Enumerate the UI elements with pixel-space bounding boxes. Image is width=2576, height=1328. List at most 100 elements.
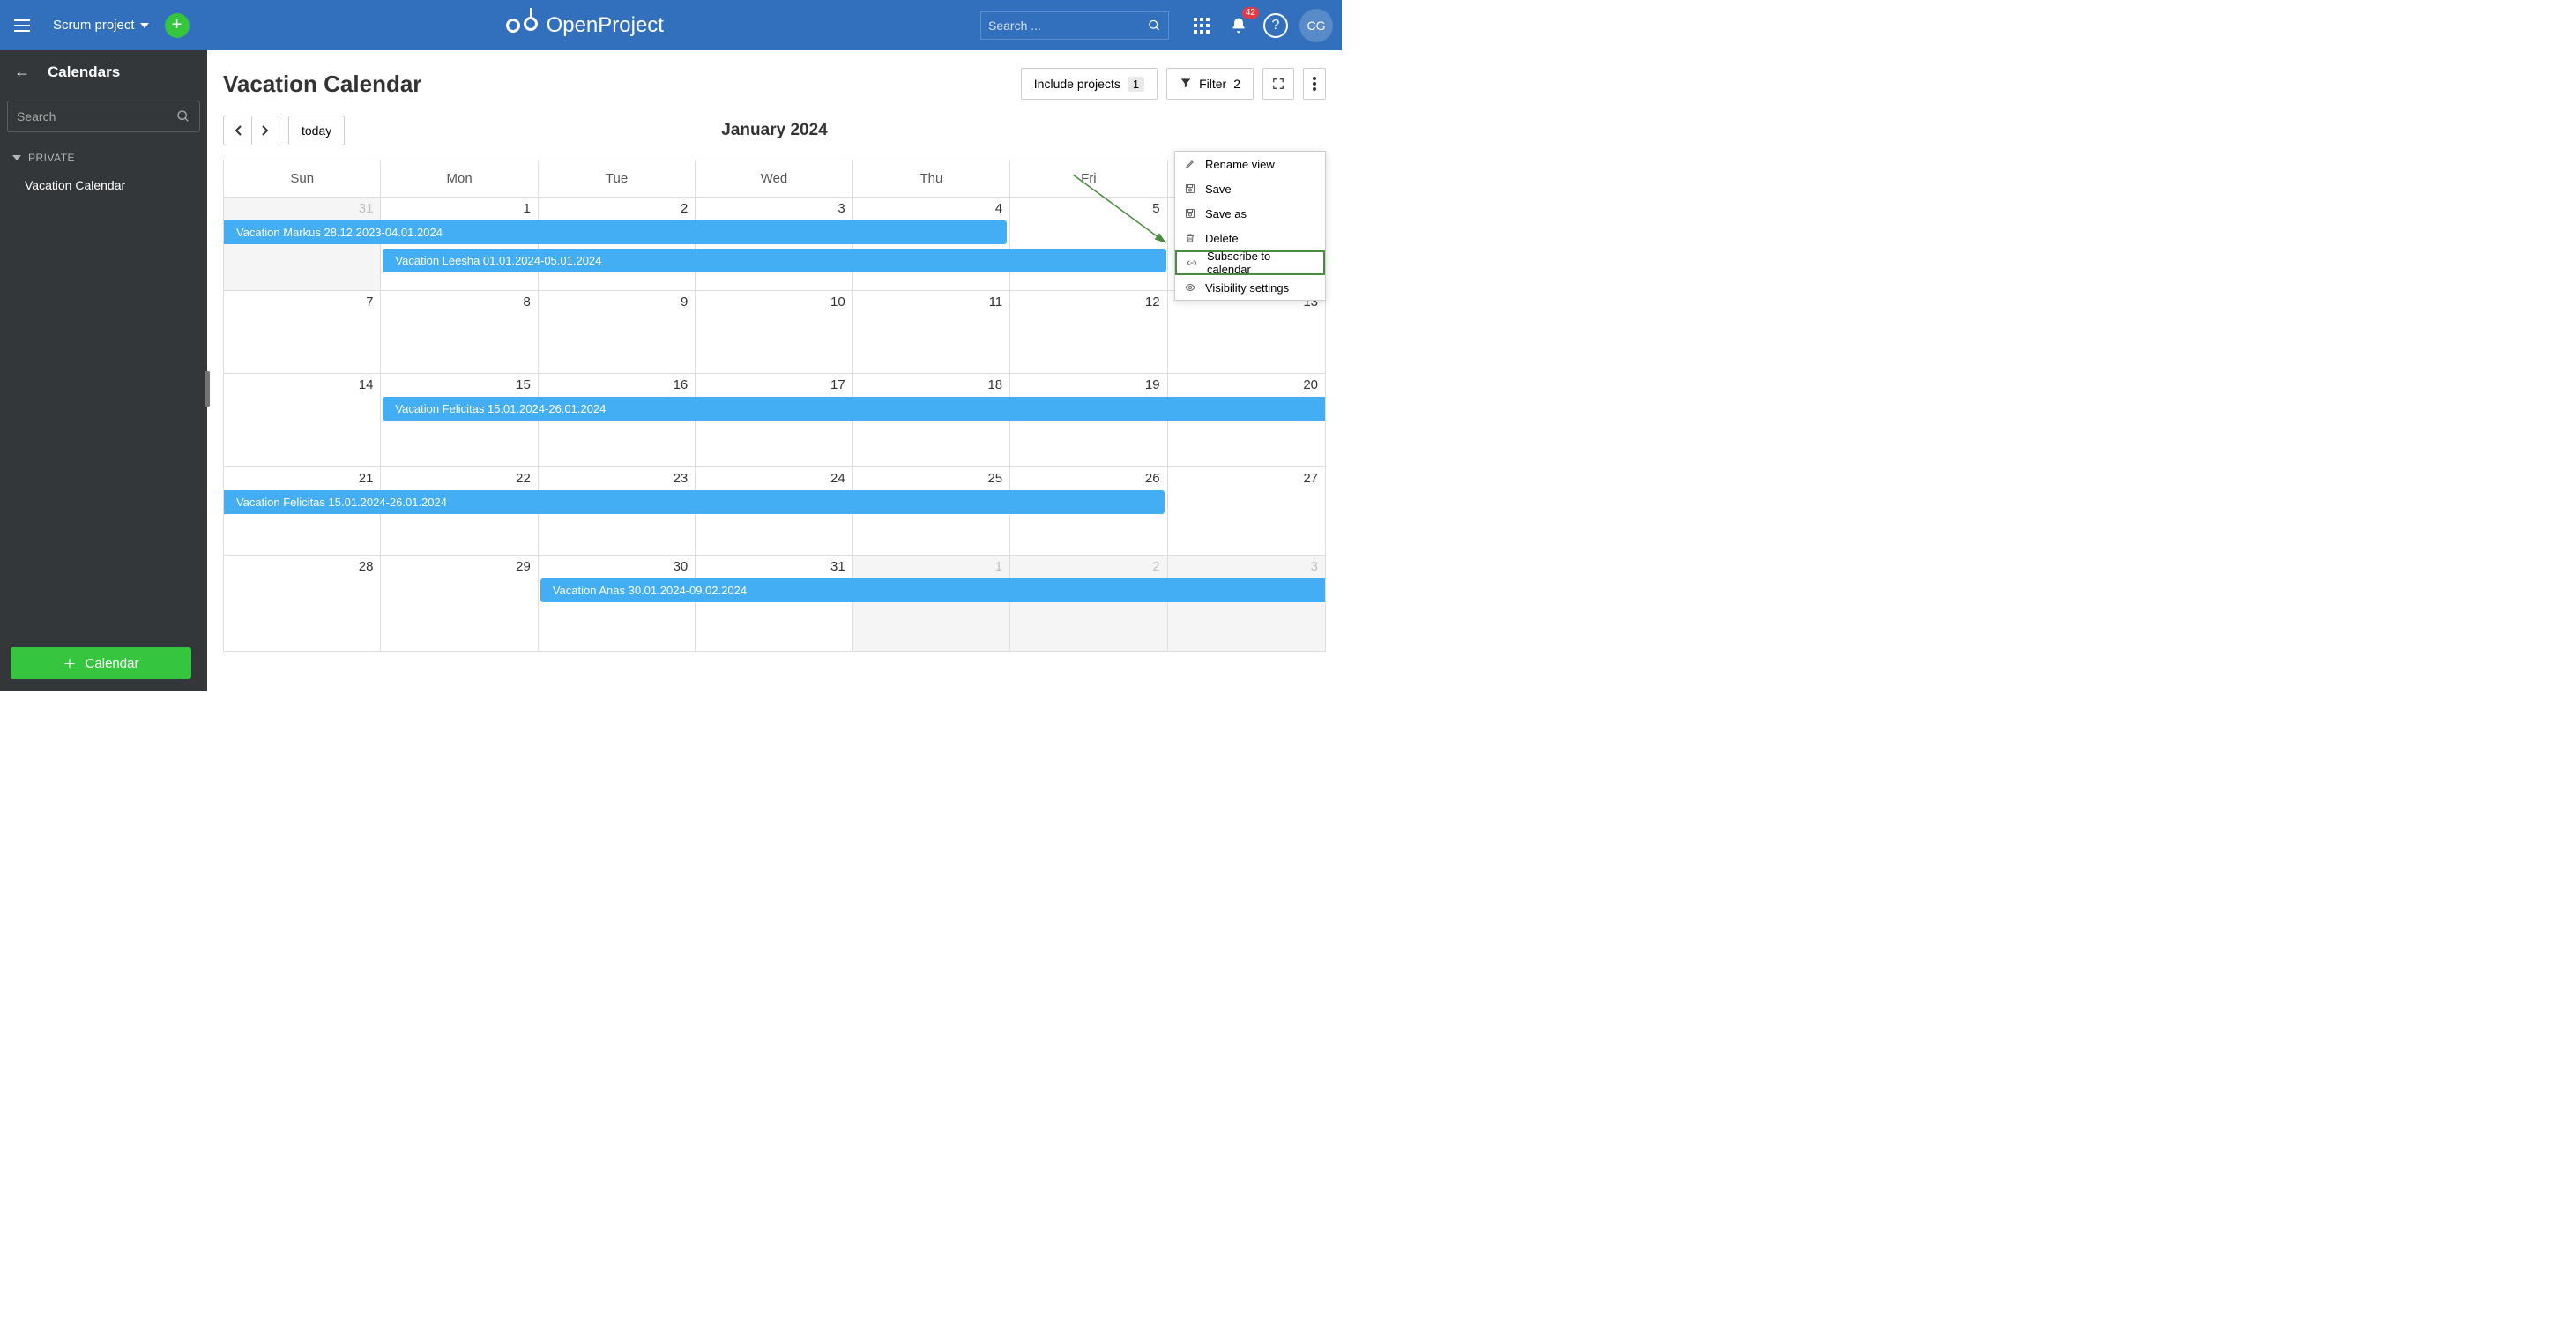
day-header: Tue	[539, 160, 696, 198]
search-input[interactable]	[988, 19, 1148, 33]
calendar-event[interactable]: Vacation Felicitas 15.01.2024-26.01.2024	[383, 397, 1325, 421]
search-icon	[176, 108, 190, 124]
apps-grid-icon	[1194, 18, 1210, 34]
day-number: 14	[359, 377, 374, 392]
calendar-day[interactable]: 13	[1168, 291, 1325, 373]
calendar-event[interactable]: Vacation Leesha 01.01.2024-05.01.2024	[383, 249, 1165, 272]
sidebar-title: Calendars	[48, 63, 120, 81]
day-number: 31	[359, 201, 374, 216]
project-name: Scrum project	[53, 18, 135, 33]
day-number: 21	[359, 471, 374, 486]
calendar-day[interactable]: 11	[853, 291, 1010, 373]
sidebar: ← Calendars PRIVATE Vacation Calendar ＋ …	[0, 50, 207, 691]
prev-month-button[interactable]	[223, 116, 251, 145]
day-number: 23	[674, 471, 689, 486]
calendar-day[interactable]: 2	[1010, 556, 1167, 651]
content-area: Vacation Calendar Include projects 1 Fil…	[207, 50, 1342, 691]
sidebar-search[interactable]	[7, 101, 200, 132]
day-number: 10	[830, 295, 845, 310]
bell-icon	[1230, 17, 1247, 34]
next-month-button[interactable]	[251, 116, 279, 145]
calendar-day[interactable]: 1	[853, 556, 1010, 651]
calendar-day[interactable]: 14	[224, 374, 381, 466]
save-icon	[1184, 183, 1196, 195]
menu-item-delete[interactable]: Delete	[1175, 226, 1325, 250]
section-label: PRIVATE	[28, 152, 75, 164]
menu-item-label: Subscribe to calendar	[1207, 250, 1314, 276]
menu-item-save[interactable]: Save	[1175, 176, 1325, 201]
project-selector[interactable]: Scrum project	[53, 18, 149, 33]
notifications-button[interactable]: 42	[1222, 9, 1255, 42]
include-projects-label: Include projects	[1034, 77, 1120, 91]
plus-icon: ＋	[63, 654, 77, 673]
menu-item-subscribe-to-calendar[interactable]: Subscribe to calendar	[1175, 250, 1325, 275]
day-number: 24	[830, 471, 845, 486]
expand-icon	[1272, 78, 1284, 90]
menu-item-label: Rename view	[1205, 158, 1275, 171]
calendar-day[interactable]: 3	[1168, 556, 1325, 651]
day-number: 27	[1303, 471, 1318, 486]
apps-button[interactable]	[1185, 9, 1218, 42]
notification-badge: 42	[1242, 7, 1259, 19]
fullscreen-button[interactable]	[1262, 68, 1294, 100]
sidebar-section-private[interactable]: PRIVATE	[0, 146, 207, 169]
trash-icon	[1184, 232, 1196, 244]
more-actions-menu: Rename view SaveSave asDeleteSubscribe to…	[1174, 151, 1326, 301]
day-number: 12	[1145, 295, 1160, 310]
hamburger-menu-icon[interactable]	[14, 15, 35, 36]
include-projects-button[interactable]: Include projects 1	[1021, 68, 1158, 100]
calendar-day[interactable]: 28	[224, 556, 381, 651]
day-number: 28	[359, 559, 374, 574]
calendar-day[interactable]: 30	[539, 556, 696, 651]
day-number: 22	[516, 471, 531, 486]
new-calendar-label: Calendar	[86, 656, 139, 671]
day-number: 5	[1152, 201, 1159, 216]
calendar-event[interactable]: Vacation Felicitas 15.01.2024-26.01.2024	[224, 490, 1165, 514]
calendar-day[interactable]: 9	[539, 291, 696, 373]
filter-count: 2	[1233, 77, 1240, 91]
menu-item-rename-view[interactable]: Rename view	[1175, 152, 1325, 176]
day-header: Thu	[853, 160, 1010, 198]
include-projects-count: 1	[1128, 77, 1144, 92]
calendar-day[interactable]: 29	[381, 556, 538, 651]
day-number: 1	[995, 559, 1002, 574]
day-number: 19	[1145, 377, 1160, 392]
logo-icon	[506, 10, 538, 41]
calendar-toolbar: today January 2024	[223, 116, 1326, 145]
calendar-grid: SunMonTueWedThuFriSat 31123456Vacation M…	[223, 160, 1326, 652]
filter-button[interactable]: Filter 2	[1166, 68, 1254, 100]
calendar-day[interactable]: 31	[696, 556, 852, 651]
calendar-day[interactable]: 12	[1010, 291, 1167, 373]
sidebar-search-input[interactable]	[17, 109, 176, 123]
calendar-day[interactable]: 7	[224, 291, 381, 373]
create-button[interactable]: +	[165, 13, 190, 38]
day-number: 11	[989, 295, 1003, 310]
calendar-day[interactable]: 5	[1010, 198, 1167, 290]
logo-text: OpenProject	[547, 13, 664, 38]
calendar-day[interactable]: 10	[696, 291, 852, 373]
day-number: 25	[987, 471, 1002, 486]
global-search[interactable]	[980, 11, 1169, 40]
new-calendar-button[interactable]: ＋ Calendar	[11, 647, 191, 679]
pencil-icon	[1184, 158, 1196, 170]
sidebar-item-vacation-calendar[interactable]: Vacation Calendar	[0, 169, 207, 201]
calendar-day[interactable]: 27	[1168, 467, 1325, 555]
today-button[interactable]: today	[288, 116, 345, 145]
day-number: 18	[987, 377, 1002, 392]
day-number: 15	[516, 377, 531, 392]
back-arrow-icon[interactable]: ←	[14, 63, 30, 81]
menu-item-save-as[interactable]: Save as	[1175, 201, 1325, 226]
menu-item-visibility-settings[interactable]: Visibility settings	[1175, 275, 1325, 300]
logo[interactable]: OpenProject	[506, 10, 664, 41]
eye-icon	[1184, 281, 1196, 294]
calendar-day[interactable]: 8	[381, 291, 538, 373]
day-number: 31	[830, 559, 845, 574]
filter-label: Filter	[1199, 77, 1226, 91]
calendar-event[interactable]: Vacation Anas 30.01.2024-09.02.2024	[540, 578, 1325, 602]
day-number: 3	[838, 201, 845, 216]
more-actions-button[interactable]	[1303, 68, 1326, 100]
help-button[interactable]: ?	[1259, 9, 1292, 42]
user-avatar[interactable]: CG	[1299, 9, 1333, 42]
calendar-event[interactable]: Vacation Markus 28.12.2023-04.01.2024	[224, 220, 1007, 244]
day-number: 7	[366, 295, 373, 310]
